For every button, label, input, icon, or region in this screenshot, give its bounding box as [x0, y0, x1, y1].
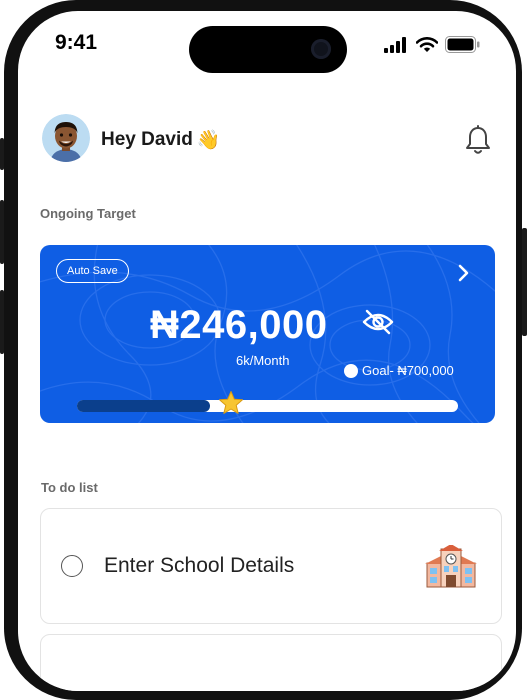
dynamic-island	[189, 26, 347, 73]
ongoing-target-title: Ongoing Target	[40, 206, 136, 221]
ongoing-target-card[interactable]: Auto Save ₦246,000 6k/Month Goal- ₦700,0…	[40, 245, 495, 423]
avatar[interactable]	[42, 114, 90, 162]
school-icon	[425, 545, 477, 588]
goal-text: Goal- ₦700,000	[362, 363, 454, 378]
todo-list-title: To do list	[41, 480, 98, 495]
bell-icon[interactable]	[465, 125, 491, 155]
goal-label: Goal- ₦700,000	[344, 363, 454, 378]
greeting-text: Hey David	[101, 129, 193, 150]
greeting: Hey David 👋	[101, 128, 221, 152]
app-screen: 9:41 Hey David 👋 Ongoing Target Auto Sav…	[18, 11, 516, 691]
side-button-power	[522, 228, 527, 336]
front-camera	[311, 39, 331, 59]
wifi-icon	[416, 36, 438, 52]
battery-icon	[445, 36, 480, 53]
todo-item-label: Enter School Details	[104, 554, 295, 577]
status-time: 9:41	[55, 31, 98, 54]
chevron-right-icon[interactable]	[458, 264, 470, 282]
todo-item-next[interactable]	[40, 634, 502, 691]
goal-dot-icon	[344, 363, 358, 378]
progress-track	[77, 400, 458, 412]
status-icons	[384, 36, 480, 53]
target-amount: ₦246,000	[150, 303, 328, 347]
progress-fill	[77, 400, 211, 412]
phone-frame: 9:41 Hey David 👋 Ongoing Target Auto Sav…	[4, 0, 522, 700]
wave-emoji: 👋	[196, 130, 221, 151]
signal-icon	[384, 36, 406, 53]
monthly-amount: 6k/Month	[236, 353, 290, 368]
eye-off-icon[interactable]	[362, 309, 394, 335]
todo-item[interactable]: Enter School Details	[40, 508, 502, 624]
star-icon	[219, 391, 243, 414]
todo-radio-button[interactable]	[61, 555, 83, 577]
auto-save-badge[interactable]: Auto Save	[56, 259, 129, 283]
